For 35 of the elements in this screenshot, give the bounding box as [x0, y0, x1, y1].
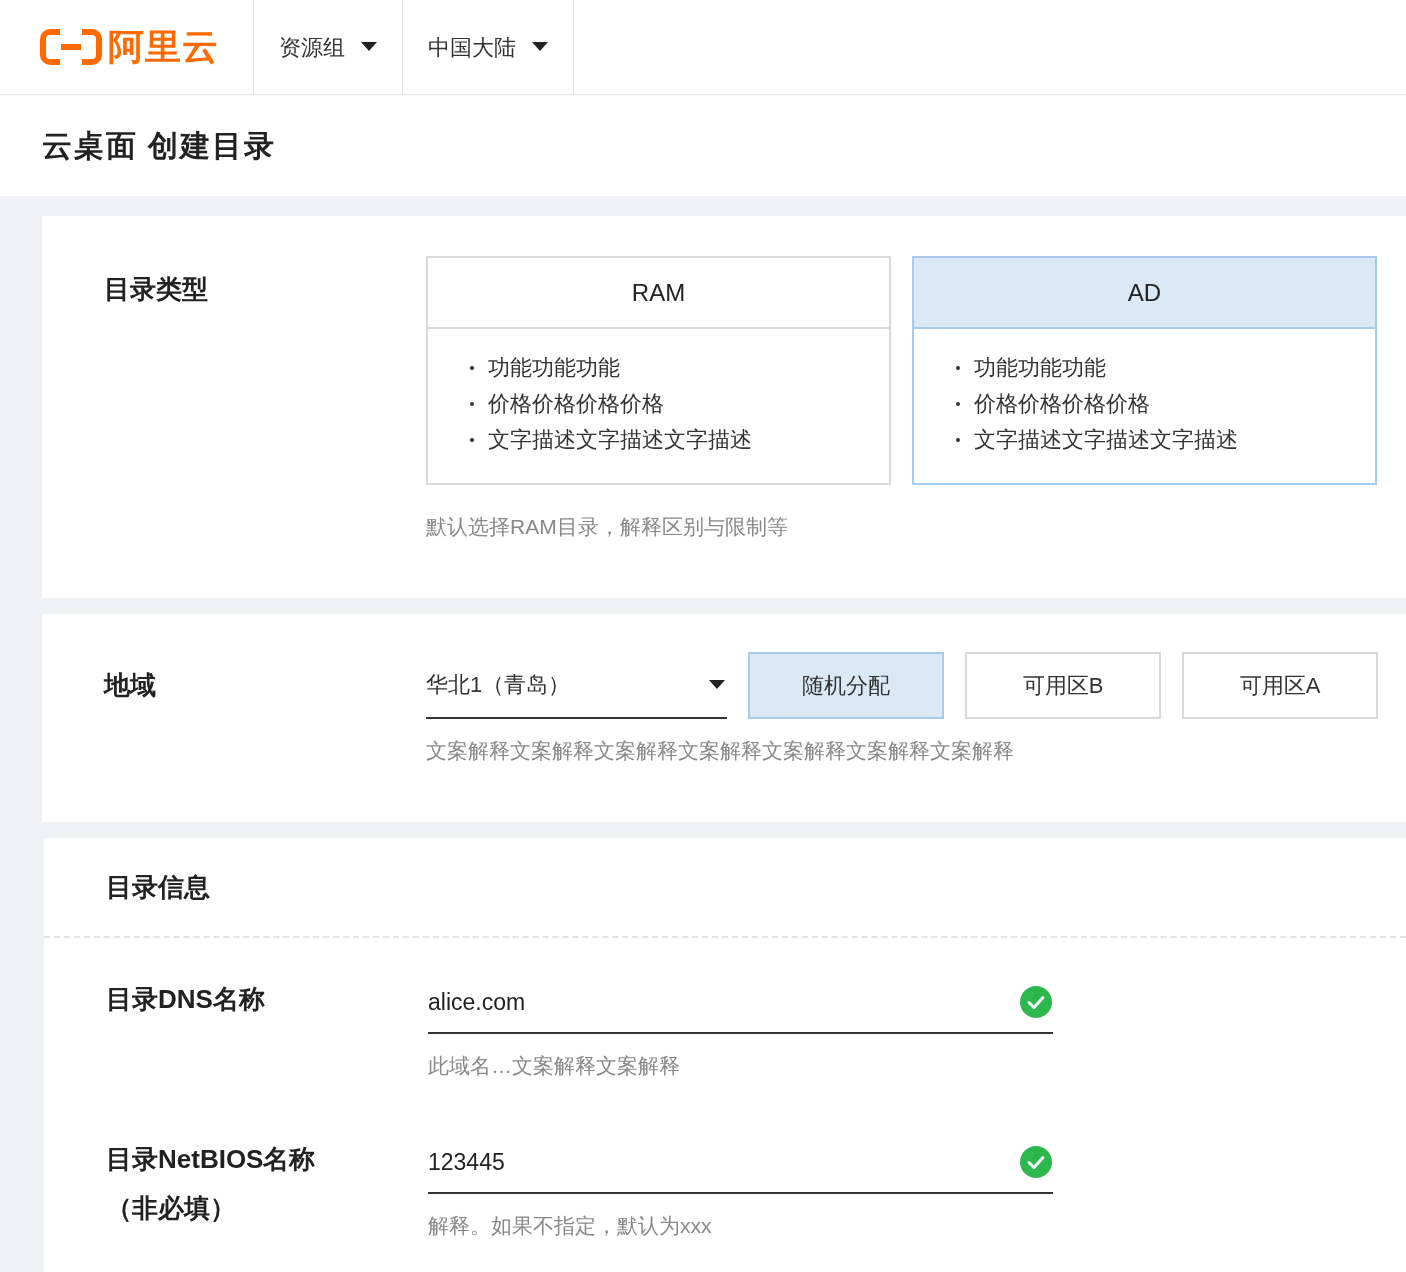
region-select[interactable]: 华北1（青岛）: [426, 652, 727, 719]
caret-down-icon: [361, 42, 377, 52]
input-field[interactable]: 123445: [428, 1142, 988, 1182]
section-title: 目录信息: [106, 870, 210, 904]
hint-text: 文案解释文案解释文案解释文案解释文案解释文案解释文案解释: [426, 738, 1015, 764]
optional-note: （非必填）: [106, 1192, 237, 1225]
check-icon: [1019, 1145, 1053, 1179]
check-icon: [1019, 985, 1053, 1019]
card-header: AD: [914, 258, 1375, 329]
zone-option[interactable]: 可用区A: [1182, 652, 1378, 719]
hint-text: 此域名…文案解释文案解释: [428, 1053, 681, 1079]
hint-text: 默认选择RAM目录，解释区别与限制等: [426, 514, 789, 540]
input-field[interactable]: alice.com: [428, 982, 988, 1022]
page-title: 云桌面 创建目录: [42, 128, 277, 164]
feature-text: 功能功能功能: [974, 354, 1106, 382]
zone-option[interactable]: 随机分配: [748, 652, 944, 719]
feature-text: 价格价格价格价格: [974, 390, 1150, 418]
field-label: 目录DNS名称: [106, 983, 266, 1016]
logo-text: 阿里云: [108, 25, 219, 69]
caret-down-icon: [709, 679, 725, 690]
logo-icon: [40, 28, 102, 66]
field-label: 目录NetBIOS名称: [106, 1143, 317, 1176]
hint-text: 解释。如果不指定，默认为xxx: [428, 1213, 713, 1239]
header-dropdown[interactable]: 资源组: [253, 0, 402, 94]
section-label: 地域: [104, 670, 156, 700]
directory-type-card[interactable]: RAM 功能功能功能 价格价格价格价格 文字描述文字描述文字描述: [426, 256, 891, 485]
directory-type-card[interactable]: AD 功能功能功能 价格价格价格价格 文字描述文字描述文字描述: [912, 256, 1377, 485]
feature-text: 价格价格价格价格: [488, 390, 664, 418]
section-label: 目录类型: [104, 274, 208, 304]
zone-option[interactable]: 可用区B: [965, 652, 1161, 719]
feature-text: 文字描述文字描述文字描述: [488, 426, 752, 454]
feature-text: 功能功能功能: [488, 354, 620, 382]
feature-text: 文字描述文字描述文字描述: [974, 426, 1238, 454]
caret-down-icon: [532, 42, 548, 52]
header-dropdown[interactable]: 中国大陆: [402, 0, 574, 94]
